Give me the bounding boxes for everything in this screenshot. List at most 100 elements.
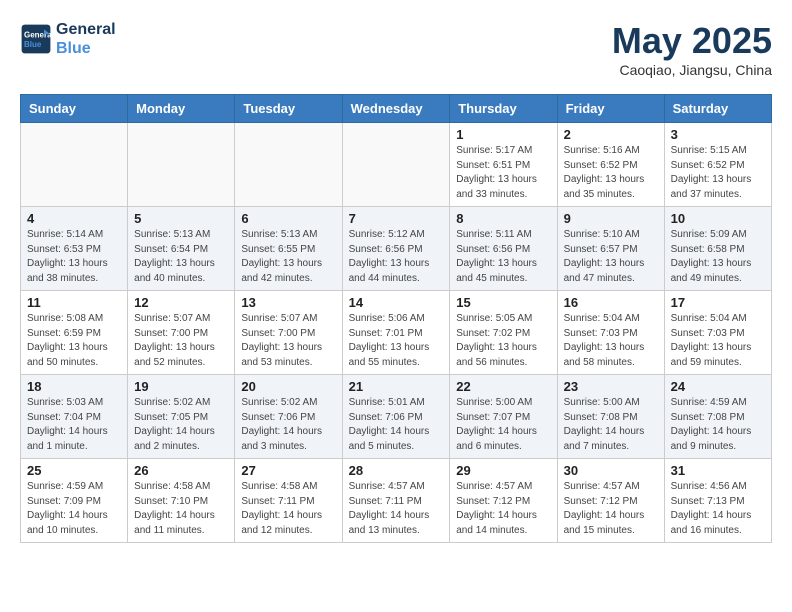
day-info: Sunrise: 4:57 AMSunset: 7:11 PMDaylight:… xyxy=(349,480,444,538)
day-info: Sunrise: 5:02 AMSunset: 7:06 PMDaylight:… xyxy=(241,396,335,454)
day-info: Sunrise: 5:08 AMSunset: 6:59 PMDaylight:… xyxy=(27,312,121,370)
calendar-cell: 21Sunrise: 5:01 AMSunset: 7:06 PMDayligh… xyxy=(342,375,450,459)
day-number: 18 xyxy=(27,379,121,394)
logo-line1: General xyxy=(56,20,116,39)
day-info: Sunrise: 5:07 AMSunset: 7:00 PMDaylight:… xyxy=(241,312,335,370)
day-number: 2 xyxy=(564,127,658,142)
calendar-cell: 9 Sunrise: 5:10 AMSunset: 6:57 PMDaylight… xyxy=(557,207,664,291)
calendar-cell: 23Sunrise: 5:00 AMSunset: 7:08 PMDayligh… xyxy=(557,375,664,459)
day-number: 3 xyxy=(671,127,765,142)
day-number: 6 xyxy=(241,211,335,226)
title-block: May 2025 Caoqiao, Jiangsu, China xyxy=(612,20,772,78)
weekday-header-saturday: Saturday xyxy=(664,95,771,123)
weekday-header-monday: Monday xyxy=(128,95,235,123)
day-info: Sunrise: 5:11 AMSunset: 6:56 PMDaylight:… xyxy=(456,228,550,286)
day-info: Sunrise: 5:10 AMSunset: 6:57 PMDaylight:… xyxy=(564,228,658,286)
day-number: 24 xyxy=(671,379,765,394)
day-number: 31 xyxy=(671,463,765,478)
weekday-header-tuesday: Tuesday xyxy=(235,95,342,123)
day-info: Sunrise: 5:16 AMSunset: 6:52 PMDaylight:… xyxy=(564,144,658,202)
day-info: Sunrise: 5:05 AMSunset: 7:02 PMDaylight:… xyxy=(456,312,550,370)
calendar-cell: 15 Sunrise: 5:05 AMSunset: 7:02 PMDayligh… xyxy=(450,291,557,375)
calendar-cell: 22 Sunrise: 5:00 AMSunset: 7:07 PMDayligh… xyxy=(450,375,557,459)
logo-line2: Blue xyxy=(56,39,116,58)
day-info: Sunrise: 5:04 AMSunset: 7:03 PMDaylight:… xyxy=(671,312,765,370)
day-number: 25 xyxy=(27,463,121,478)
calendar-cell: 24 Sunrise: 4:59 AMSunset: 7:08 PMDayligh… xyxy=(664,375,771,459)
calendar-cell: 8 Sunrise: 5:11 AMSunset: 6:56 PMDaylight… xyxy=(450,207,557,291)
calendar-cell: 30Sunrise: 4:57 AMSunset: 7:12 PMDayligh… xyxy=(557,459,664,543)
day-info: Sunrise: 5:02 AMSunset: 7:05 PMDaylight:… xyxy=(134,396,228,454)
day-info: Sunrise: 4:59 AMSunset: 7:09 PMDaylight:… xyxy=(27,480,121,538)
weekday-header-friday: Friday xyxy=(557,95,664,123)
location: Caoqiao, Jiangsu, China xyxy=(612,62,772,78)
day-number: 27 xyxy=(241,463,335,478)
weekday-header-sunday: Sunday xyxy=(21,95,128,123)
day-info: Sunrise: 4:56 AMSunset: 7:13 PMDaylight:… xyxy=(671,480,765,538)
calendar-week-5: 25 Sunrise: 4:59 AMSunset: 7:09 PMDayligh… xyxy=(21,459,772,543)
calendar-cell: 2 Sunrise: 5:16 AMSunset: 6:52 PMDaylight… xyxy=(557,123,664,207)
day-number: 17 xyxy=(671,295,765,310)
calendar-cell: 19 Sunrise: 5:02 AMSunset: 7:05 PMDayligh… xyxy=(128,375,235,459)
day-info: Sunrise: 5:13 AMSunset: 6:54 PMDaylight:… xyxy=(134,228,228,286)
calendar-cell: 13 Sunrise: 5:07 AMSunset: 7:00 PMDayligh… xyxy=(235,291,342,375)
day-number: 10 xyxy=(671,211,765,226)
day-number: 13 xyxy=(241,295,335,310)
calendar-week-3: 11Sunrise: 5:08 AMSunset: 6:59 PMDayligh… xyxy=(21,291,772,375)
day-info: Sunrise: 4:57 AMSunset: 7:12 PMDaylight:… xyxy=(456,480,550,538)
day-info: Sunrise: 5:13 AMSunset: 6:55 PMDaylight:… xyxy=(241,228,335,286)
calendar-cell: 1 Sunrise: 5:17 AMSunset: 6:51 PMDaylight… xyxy=(450,123,557,207)
calendar-cell: 28 Sunrise: 4:57 AMSunset: 7:11 PMDayligh… xyxy=(342,459,450,543)
day-number: 19 xyxy=(134,379,228,394)
calendar-cell: 29Sunrise: 4:57 AMSunset: 7:12 PMDayligh… xyxy=(450,459,557,543)
logo: General Blue General Blue xyxy=(20,20,116,58)
svg-text:Blue: Blue xyxy=(24,40,42,49)
weekday-header-row: SundayMondayTuesdayWednesdayThursdayFrid… xyxy=(21,95,772,123)
day-info: Sunrise: 5:06 AMSunset: 7:01 PMDaylight:… xyxy=(349,312,444,370)
day-number: 20 xyxy=(241,379,335,394)
day-number: 16 xyxy=(564,295,658,310)
day-number: 1 xyxy=(456,127,550,142)
day-info: Sunrise: 5:03 AMSunset: 7:04 PMDaylight:… xyxy=(27,396,121,454)
day-info: Sunrise: 4:58 AMSunset: 7:11 PMDaylight:… xyxy=(241,480,335,538)
day-number: 28 xyxy=(349,463,444,478)
day-info: Sunrise: 5:17 AMSunset: 6:51 PMDaylight:… xyxy=(456,144,550,202)
calendar-cell: 14Sunrise: 5:06 AMSunset: 7:01 PMDayligh… xyxy=(342,291,450,375)
day-info: Sunrise: 5:12 AMSunset: 6:56 PMDaylight:… xyxy=(349,228,444,286)
day-info: Sunrise: 4:57 AMSunset: 7:12 PMDaylight:… xyxy=(564,480,658,538)
day-number: 26 xyxy=(134,463,228,478)
day-info: Sunrise: 4:59 AMSunset: 7:08 PMDaylight:… xyxy=(671,396,765,454)
svg-text:General: General xyxy=(24,31,52,40)
day-info: Sunrise: 5:04 AMSunset: 7:03 PMDaylight:… xyxy=(564,312,658,370)
calendar-week-2: 4Sunrise: 5:14 AMSunset: 6:53 PMDaylight… xyxy=(21,207,772,291)
calendar-cell: 16 Sunrise: 5:04 AMSunset: 7:03 PMDayligh… xyxy=(557,291,664,375)
calendar-cell: 25 Sunrise: 4:59 AMSunset: 7:09 PMDayligh… xyxy=(21,459,128,543)
calendar-cell: 10Sunrise: 5:09 AMSunset: 6:58 PMDayligh… xyxy=(664,207,771,291)
calendar-cell xyxy=(342,123,450,207)
day-number: 5 xyxy=(134,211,228,226)
calendar-cell: 18 Sunrise: 5:03 AMSunset: 7:04 PMDayligh… xyxy=(21,375,128,459)
day-number: 22 xyxy=(456,379,550,394)
page-header: General Blue General Blue May 2025 Caoqi… xyxy=(20,20,772,78)
calendar-cell: 5 Sunrise: 5:13 AMSunset: 6:54 PMDaylight… xyxy=(128,207,235,291)
day-number: 12 xyxy=(134,295,228,310)
calendar-cell: 3 Sunrise: 5:15 AMSunset: 6:52 PMDaylight… xyxy=(664,123,771,207)
calendar-cell: 11Sunrise: 5:08 AMSunset: 6:59 PMDayligh… xyxy=(21,291,128,375)
day-info: Sunrise: 5:15 AMSunset: 6:52 PMDaylight:… xyxy=(671,144,765,202)
calendar-week-1: 1 Sunrise: 5:17 AMSunset: 6:51 PMDaylight… xyxy=(21,123,772,207)
weekday-header-wednesday: Wednesday xyxy=(342,95,450,123)
calendar-cell: 31 Sunrise: 4:56 AMSunset: 7:13 PMDayligh… xyxy=(664,459,771,543)
day-number: 8 xyxy=(456,211,550,226)
day-number: 9 xyxy=(564,211,658,226)
day-info: Sunrise: 5:00 AMSunset: 7:07 PMDaylight:… xyxy=(456,396,550,454)
calendar-cell xyxy=(235,123,342,207)
calendar-cell: 6 Sunrise: 5:13 AMSunset: 6:55 PMDaylight… xyxy=(235,207,342,291)
calendar-week-4: 18 Sunrise: 5:03 AMSunset: 7:04 PMDayligh… xyxy=(21,375,772,459)
calendar-cell: 4Sunrise: 5:14 AMSunset: 6:53 PMDaylight… xyxy=(21,207,128,291)
calendar-cell: 12Sunrise: 5:07 AMSunset: 7:00 PMDayligh… xyxy=(128,291,235,375)
day-number: 15 xyxy=(456,295,550,310)
day-number: 4 xyxy=(27,211,121,226)
day-info: Sunrise: 4:58 AMSunset: 7:10 PMDaylight:… xyxy=(134,480,228,538)
month-title: May 2025 xyxy=(612,20,772,62)
calendar-table: SundayMondayTuesdayWednesdayThursdayFrid… xyxy=(20,94,772,543)
